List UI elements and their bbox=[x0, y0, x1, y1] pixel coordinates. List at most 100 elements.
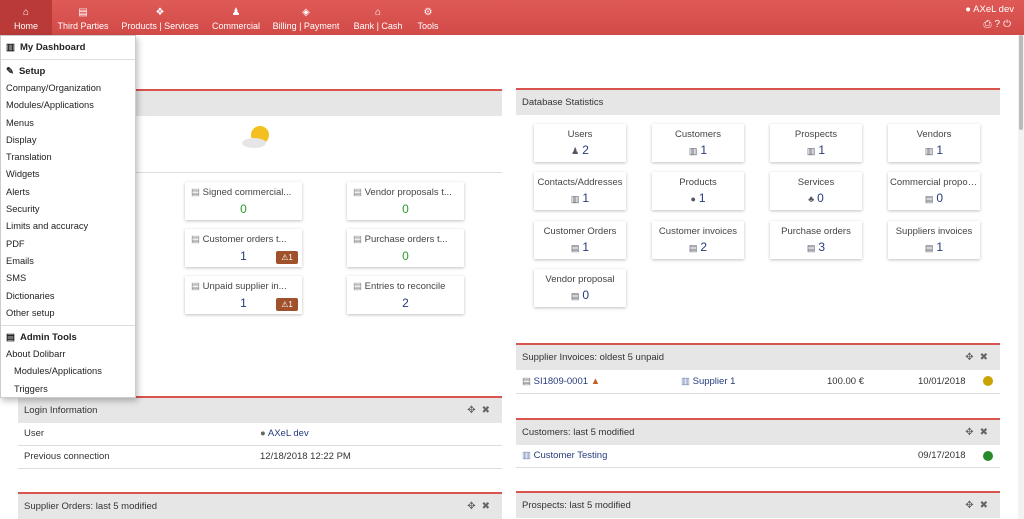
menu-setup-item[interactable]: PDF bbox=[1, 236, 135, 253]
logout-icon[interactable]: ⏻ bbox=[1003, 19, 1014, 30]
menu-admin-item[interactable]: Triggers bbox=[1, 381, 135, 398]
user-icon: ● bbox=[965, 4, 972, 15]
nav-label: Products | Services bbox=[121, 21, 199, 31]
nav-billing-payment[interactable]: ◈ Billing | Payment bbox=[266, 0, 346, 35]
nav-label: Bank | Cash bbox=[353, 21, 403, 31]
stat-icon: ▤ bbox=[924, 194, 934, 204]
stat-card-vendor-proposal[interactable]: Vendor proposal ▤ 0 bbox=[534, 269, 626, 307]
menu-setup-item[interactable]: SMS bbox=[1, 270, 135, 287]
home-icon: ⌂ bbox=[22, 7, 30, 18]
workboard-card[interactable]: ▤ Purchase orders t... 0 bbox=[347, 229, 464, 267]
close-icon[interactable]: ✖ bbox=[482, 405, 496, 416]
top-tool-icons: ⎙?⏻ bbox=[984, 19, 1014, 30]
stat-label: Services bbox=[797, 177, 835, 188]
menu-setup-item[interactable]: Modules/Applications bbox=[1, 97, 135, 114]
menu-setup[interactable]: ✎ Setup bbox=[1, 63, 135, 80]
stat-card-customer-orders[interactable]: Customer Orders ▤ 1 bbox=[534, 221, 626, 259]
menu-about[interactable]: About Dolibarr bbox=[1, 346, 135, 363]
stat-card-commercial-proposals[interactable]: Commercial proposals ▤ 0 bbox=[888, 172, 980, 210]
workboard-card[interactable]: ▤ Customer orders t... 1 ⚠1 bbox=[185, 229, 302, 267]
menu-setup-item[interactable]: Alerts bbox=[1, 184, 135, 201]
menu-setup-item[interactable]: Menus bbox=[1, 115, 135, 132]
supplier-link[interactable]: ▥ Supplier 1 bbox=[681, 371, 735, 393]
stat-card-purchase-orders[interactable]: Purchase orders ▤ 3 bbox=[770, 221, 862, 259]
move-icon[interactable]: ✥ bbox=[965, 352, 979, 363]
menu-setup-item[interactable]: Dictionaries bbox=[1, 288, 135, 305]
login-prev-row: Previous connection 12/18/2018 12:22 PM bbox=[18, 446, 502, 469]
move-icon[interactable]: ✥ bbox=[467, 405, 481, 416]
stat-icon: ● bbox=[690, 194, 696, 204]
warning-badge: ⚠1 bbox=[276, 298, 298, 311]
card-value: 2 bbox=[402, 296, 409, 310]
menu-setup-item[interactable]: Translation bbox=[1, 149, 135, 166]
stat-value: ▤ 0 bbox=[924, 191, 944, 205]
menu-my-dashboard[interactable]: ▥ My Dashboard bbox=[1, 39, 135, 56]
move-icon[interactable]: ✥ bbox=[965, 500, 979, 511]
document-icon: ▤ bbox=[191, 234, 200, 245]
nav-third-parties[interactable]: ▤ Third Parties bbox=[52, 0, 114, 35]
close-icon[interactable]: ✖ bbox=[482, 501, 496, 512]
weather-sun-icon bbox=[240, 124, 274, 150]
menu-admin-tools[interactable]: ▤ Admin Tools bbox=[1, 329, 135, 346]
home-dropdown-menu: ▥ My Dashboard ✎ Setup Company/Organizatio… bbox=[0, 35, 136, 398]
nav-products-services[interactable]: ❖ Products | Services bbox=[114, 0, 206, 35]
menu-admin-item[interactable]: Modules/Applications bbox=[1, 363, 135, 380]
stat-card-contacts-addresses[interactable]: Contacts/Addresses ▥ 1 bbox=[534, 172, 626, 210]
nav-home[interactable]: ⌂ Home bbox=[0, 0, 52, 35]
nav-commercial[interactable]: ♟ Commercial bbox=[206, 0, 266, 35]
move-icon[interactable]: ✥ bbox=[965, 427, 979, 438]
print-icon[interactable]: ⎙ bbox=[984, 19, 995, 30]
close-icon[interactable]: ✖ bbox=[980, 500, 994, 511]
top-menu-bar: ⌂ Home ▤ Third Parties ❖ Products | Services ♟… bbox=[0, 0, 1024, 35]
stat-card-prospects[interactable]: Prospects ▥ 1 bbox=[770, 124, 862, 162]
login-user-link[interactable]: ● AXeL dev bbox=[260, 423, 309, 445]
menu-setup-item[interactable]: Limits and accuracy bbox=[1, 218, 135, 235]
help-icon[interactable]: ? bbox=[995, 19, 1004, 30]
workboard-card[interactable]: ▤ Vendor proposals t... 0 bbox=[347, 182, 464, 220]
stat-label: Vendors bbox=[916, 129, 952, 140]
close-icon[interactable]: ✖ bbox=[980, 427, 994, 438]
page-scrollbar[interactable] bbox=[1018, 35, 1024, 519]
stat-label: Products bbox=[679, 177, 717, 188]
stat-value: ▥ 1 bbox=[924, 143, 944, 157]
stat-card-users[interactable]: Users ♟ 2 bbox=[534, 124, 626, 162]
menu-setup-item[interactable]: Company/Organization bbox=[1, 80, 135, 97]
prospects-header: Prospects: last 5 modified ✥✖ bbox=[516, 491, 1000, 518]
nav-label: Third Parties bbox=[57, 21, 109, 31]
user-menu[interactable]: ● AXeL dev bbox=[965, 4, 1014, 15]
card-title: ▤ Purchase orders t... bbox=[353, 234, 448, 245]
nav-bank-cash[interactable]: ⌂ Bank | Cash bbox=[346, 0, 410, 35]
stat-card-suppliers-invoices[interactable]: Suppliers invoices ▤ 1 bbox=[888, 221, 980, 259]
menu-setup-item[interactable]: Security bbox=[1, 201, 135, 218]
stat-value: ● 1 bbox=[690, 191, 706, 205]
supplier-invoices-header: Supplier Invoices: oldest 5 unpaid ✥✖ bbox=[516, 343, 1000, 370]
stat-icon: ▤ bbox=[570, 291, 580, 301]
stat-icon: ▥ bbox=[924, 146, 934, 156]
stat-card-customers[interactable]: Customers ▥ 1 bbox=[652, 124, 744, 162]
stat-value: ▤ 2 bbox=[688, 240, 708, 254]
status-dot bbox=[983, 376, 993, 386]
menu-setup-item[interactable]: Emails bbox=[1, 253, 135, 270]
company-icon: ▥ bbox=[681, 376, 690, 387]
stat-card-vendors[interactable]: Vendors ▥ 1 bbox=[888, 124, 980, 162]
menu-setup-item[interactable]: Display bbox=[1, 132, 135, 149]
stat-label: Users bbox=[567, 129, 593, 140]
move-icon[interactable]: ✥ bbox=[467, 501, 481, 512]
close-icon[interactable]: ✖ bbox=[980, 352, 994, 363]
workboard-card[interactable]: ▤ Signed commercial... 0 bbox=[185, 182, 302, 220]
menu-setup-item[interactable]: Other setup bbox=[1, 305, 135, 322]
stat-card-customer-invoices[interactable]: Customer invoices ▤ 2 bbox=[652, 221, 744, 259]
card-title: ▤ Customer orders t... bbox=[191, 234, 287, 245]
supplier-orders-header: Supplier Orders: last 5 modified ✥✖ bbox=[18, 492, 502, 519]
stat-label: Customer Orders bbox=[543, 226, 617, 237]
customer-link[interactable]: ▥ Customer Testing bbox=[522, 445, 607, 467]
db-stats-header: Database Statistics bbox=[516, 88, 1000, 115]
workboard-card[interactable]: ▤ Entries to reconcile 2 bbox=[347, 276, 464, 314]
document-icon: ▤ bbox=[191, 187, 200, 198]
menu-setup-item[interactable]: Widgets bbox=[1, 166, 135, 183]
stat-card-products[interactable]: Products ● 1 bbox=[652, 172, 744, 210]
workboard-card[interactable]: ▤ Unpaid supplier in... 1 ⚠1 bbox=[185, 276, 302, 314]
invoice-ref-link[interactable]: ▤ SI1809-0001 ▲ bbox=[522, 371, 600, 393]
nav-tools[interactable]: ⚙ Tools bbox=[410, 0, 446, 35]
stat-card-services[interactable]: Services ♣ 0 bbox=[770, 172, 862, 210]
